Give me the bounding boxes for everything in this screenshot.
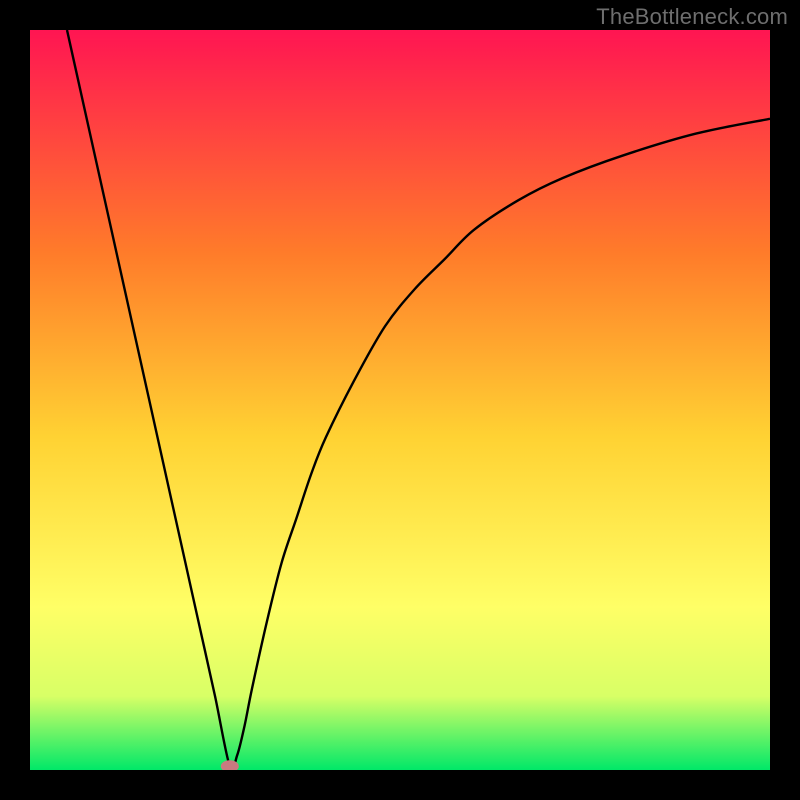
chart-frame: TheBottleneck.com (0, 0, 800, 800)
gradient-bg (30, 30, 770, 770)
chart-svg (30, 30, 770, 770)
watermark: TheBottleneck.com (596, 4, 788, 30)
plot-area (30, 30, 770, 770)
